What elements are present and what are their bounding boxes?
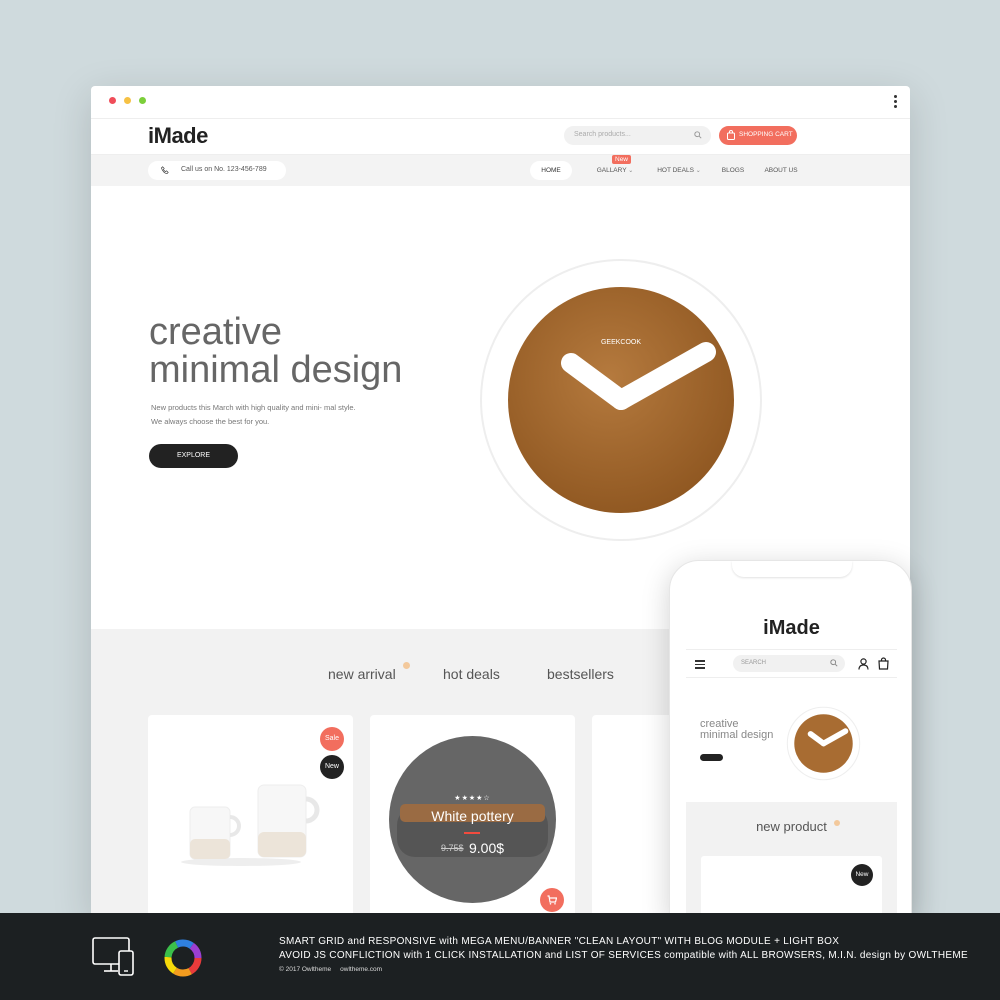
phone-icon — [161, 166, 169, 174]
product-price: 9.00$ — [469, 840, 505, 856]
mobile-search-input[interactable]: SEARCH — [733, 655, 845, 672]
mobile-section-title: new product — [756, 819, 827, 834]
call-us-text: Call us on No. 123-456-789 — [181, 166, 267, 173]
hamburger-menu-icon[interactable] — [695, 660, 705, 669]
tab-bestsellers[interactable]: bestsellers — [547, 666, 614, 682]
mobile-logo[interactable]: iMade — [670, 617, 911, 640]
product-name[interactable]: White pottery — [389, 808, 556, 824]
shopping-cart-label: SHOPPING CART — [739, 131, 793, 138]
add-to-cart-button[interactable] — [540, 888, 564, 912]
navbar: Call us on No. 123-456-789 HOME New GALL… — [91, 155, 910, 186]
search-icon[interactable] — [830, 659, 838, 667]
hero-title-line2: minimal design — [149, 349, 403, 391]
new-badge: New — [320, 755, 344, 779]
mobile-product-card[interactable]: New — [701, 856, 882, 919]
nav-blogs[interactable]: BLOGS — [718, 161, 748, 180]
nav-about-us[interactable]: ABOUT US — [761, 161, 801, 180]
tab-new-arrival[interactable]: new arrival — [328, 666, 396, 682]
user-icon[interactable] — [858, 658, 869, 670]
mug-set-image — [181, 784, 320, 866]
chevron-down-icon: ⌄ — [695, 168, 701, 174]
hero-title-line1: creative — [149, 311, 283, 353]
phone-notch — [732, 561, 852, 577]
feature-footer: SMART GRID and RESPONSIVE with MEGA MENU… — [0, 913, 1000, 1000]
feature-line-1: SMART GRID and RESPONSIVE with MEGA MENU… — [279, 936, 840, 947]
nav-hot-deals[interactable]: HOT DEALS ⌄ — [655, 161, 703, 180]
mobile-products-section: new product New — [686, 802, 897, 919]
tab-hot-deals[interactable]: hot deals — [443, 666, 500, 682]
nav-gallery[interactable]: GALLARY ⌄ — [594, 161, 636, 180]
color-wheel-icon — [164, 939, 202, 977]
cart-icon — [547, 895, 557, 905]
site-header: iMade Search products... SHOPPING CART — [91, 119, 910, 155]
feature-line-2: AVOID JS CONFLICTION with 1 CLICK INSTAL… — [279, 950, 968, 961]
clock-brand: GEEKCOOK — [601, 339, 641, 346]
website-link[interactable]: owltheme.com — [340, 966, 382, 973]
active-tab-dot — [403, 662, 410, 669]
call-us-pill: Call us on No. 123-456-789 — [148, 161, 286, 180]
browser-titlebar — [91, 86, 910, 119]
copyright-line: © 2017 Owltheme owltheme.com — [279, 966, 382, 973]
search-input[interactable]: Search products... — [564, 126, 711, 145]
divider — [464, 832, 480, 834]
close-window-dot[interactable] — [109, 97, 116, 104]
nav-hot-deals-label: HOT DEALS — [657, 167, 694, 174]
hero-description: New products this March with high qualit… — [151, 403, 356, 426]
search-placeholder: Search products... — [574, 131, 631, 138]
product-quickview-overlay[interactable]: ★★★★☆ White pottery 9.75$ 9.00$ — [389, 736, 556, 903]
hero-title: creative minimal design — [149, 313, 402, 389]
product-card[interactable]: ★★★★☆ White pottery 9.75$ 9.00$ — [370, 715, 575, 916]
mobile-hero-title: creative minimal design — [700, 719, 773, 741]
minimize-window-dot[interactable] — [124, 97, 131, 104]
new-badge: New — [851, 864, 873, 886]
wall-clock-image — [786, 706, 861, 781]
product-card[interactable]: Sale New — [148, 715, 353, 916]
copyright-text: © 2017 Owltheme — [279, 966, 332, 973]
old-price: 9.75$ — [441, 843, 464, 853]
mobile-hero-banner: creative minimal design — [686, 686, 897, 802]
explore-button[interactable]: EXPLORE — [149, 444, 238, 468]
nav-gallery-label: GALLARY — [596, 167, 627, 174]
sale-badge: Sale — [320, 727, 344, 751]
more-options-icon[interactable] — [894, 95, 898, 111]
mobile-explore-button[interactable] — [700, 754, 723, 761]
shopping-bag-icon — [727, 130, 735, 140]
section-dot — [834, 820, 840, 826]
mobile-device-mockup: iMade SEARCH creative minimal design new… — [669, 560, 912, 920]
mobile-search-placeholder: SEARCH — [741, 660, 767, 666]
mobile-hero-line2: minimal design — [700, 729, 774, 741]
rating-stars: ★★★★☆ — [454, 795, 491, 802]
mobile-toolbar: SEARCH — [686, 649, 897, 678]
responsive-devices-icon — [92, 937, 134, 976]
chevron-down-icon: ⌄ — [628, 168, 634, 174]
shopping-cart-button[interactable]: SHOPPING CART — [719, 126, 797, 145]
search-icon[interactable] — [694, 131, 702, 139]
maximize-window-dot[interactable] — [139, 97, 146, 104]
wall-clock-image: GEEKCOOK — [480, 259, 762, 541]
site-logo[interactable]: iMade — [148, 123, 208, 149]
nav-home[interactable]: HOME — [530, 161, 572, 180]
shopping-bag-icon[interactable] — [878, 657, 889, 670]
